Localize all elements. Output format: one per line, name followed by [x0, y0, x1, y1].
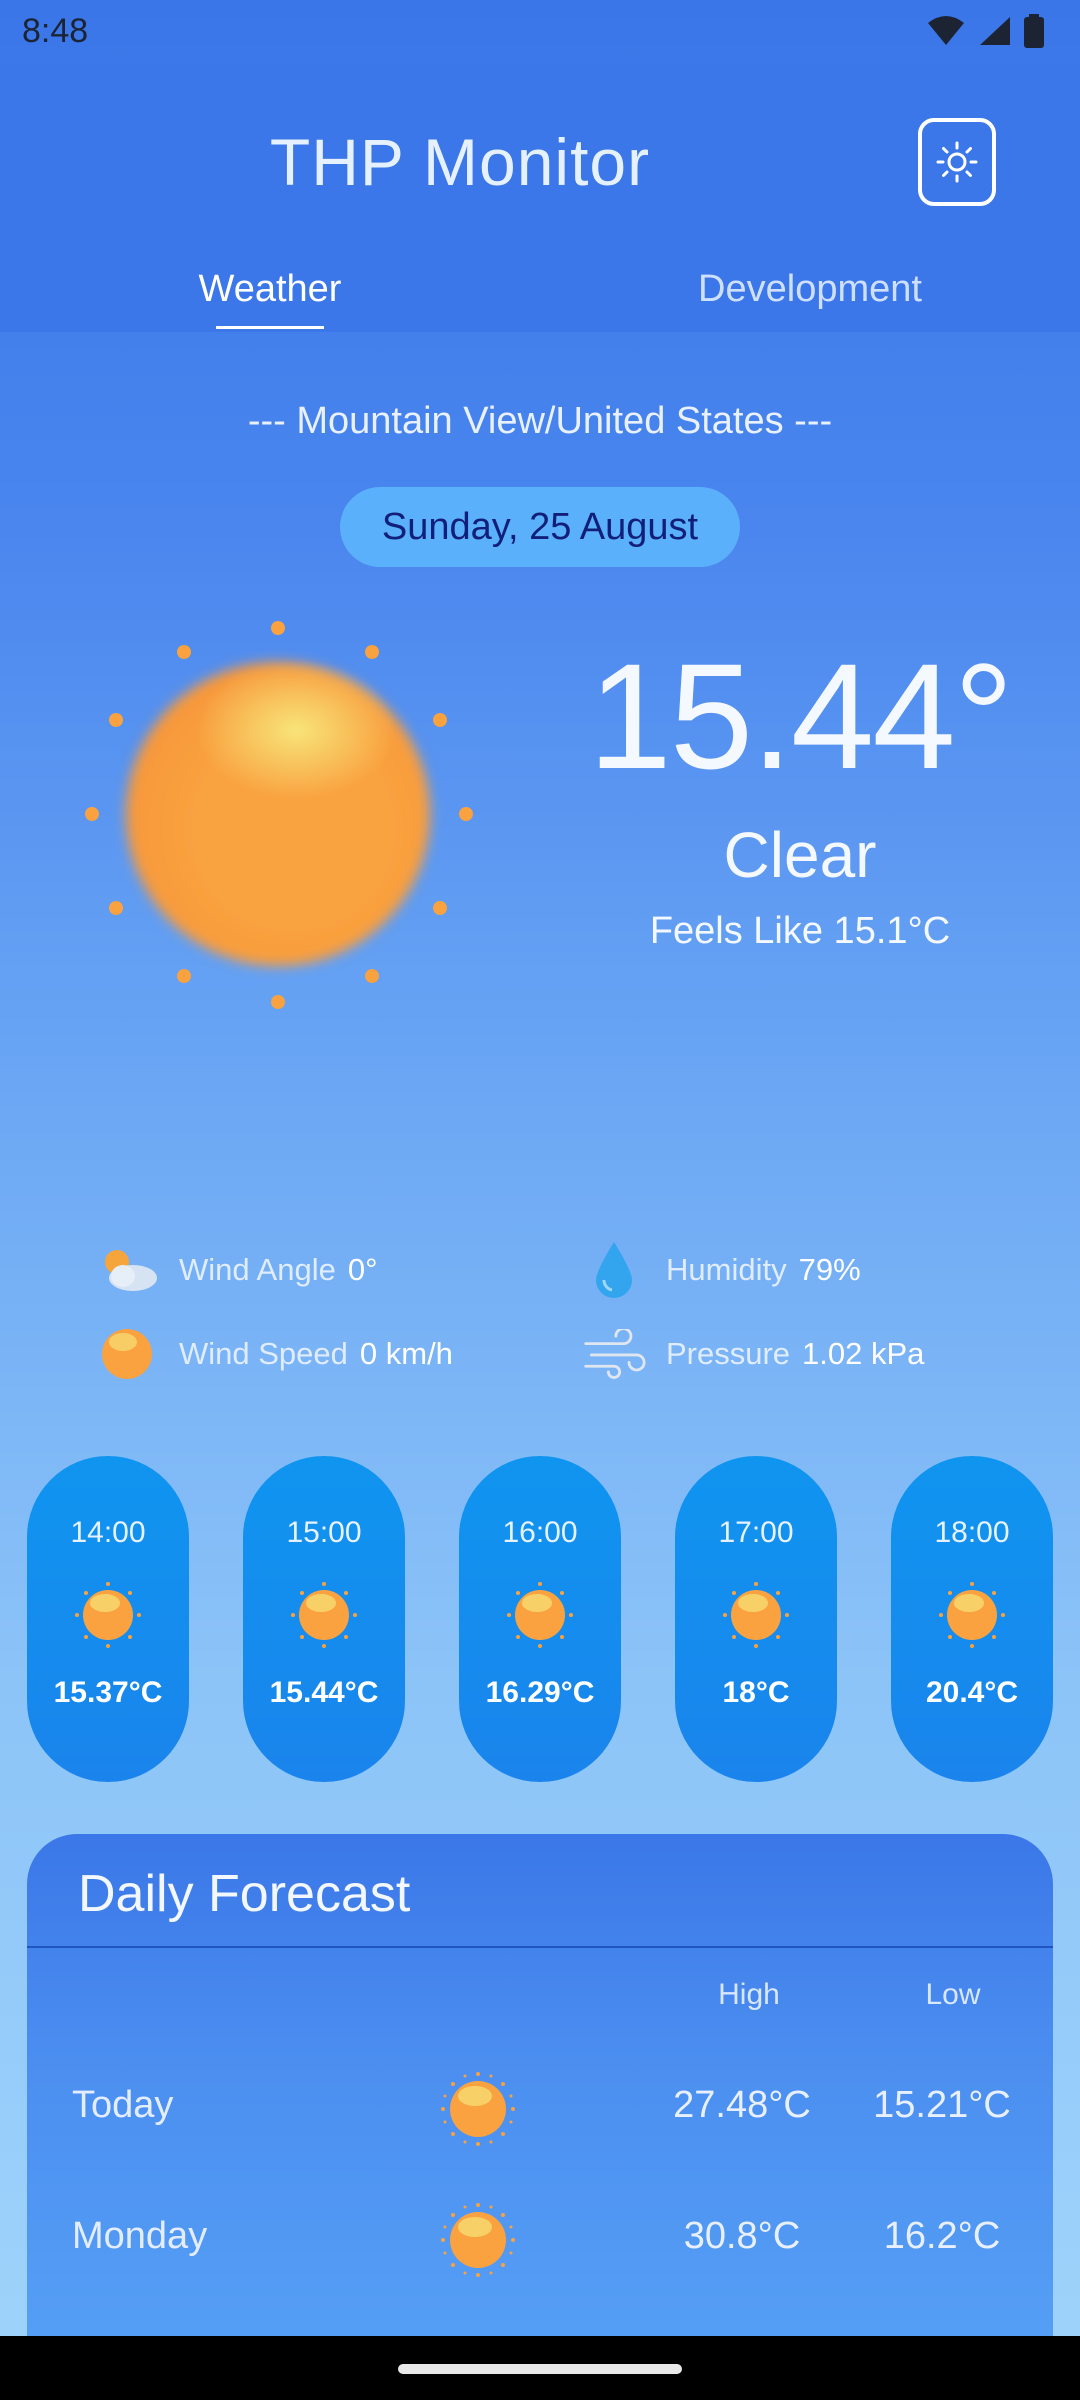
sun-icon: [75, 1582, 141, 1648]
sun-icon: [507, 1582, 573, 1648]
status-time: 8:48: [22, 12, 89, 50]
hourly-card[interactable]: 14:00 15.37°C: [27, 1456, 189, 1782]
tab-indicator: [216, 326, 324, 329]
sun-icon: [441, 2203, 515, 2277]
water-drop-icon: [582, 1240, 646, 1300]
divider: [27, 1946, 1053, 1948]
date-badge: Sunday, 25 August: [340, 487, 740, 567]
column-header-high: High: [718, 1978, 780, 2011]
brightness-icon: [936, 141, 978, 183]
day-low: 16.2°C: [883, 2215, 1001, 2257]
day-name: Today: [72, 2084, 174, 2126]
tab-bar: Weather Development: [0, 264, 1080, 332]
status-bar: 8:48: [0, 0, 1080, 64]
sun-icon: [441, 2072, 515, 2146]
sun-orb-icon: [95, 1324, 159, 1384]
detail-value: 79%: [798, 1252, 861, 1287]
hourly-card[interactable]: 16:00 16.29°C: [459, 1456, 621, 1782]
wifi-icon: [928, 16, 964, 45]
wind-icon: [582, 1324, 646, 1384]
daily-forecast-card: Daily Forecast High Low Today 27.48°C 15…: [27, 1834, 1053, 2400]
detail-pressure: Pressure 1.02 kPa: [582, 1324, 924, 1384]
sun-icon: [939, 1582, 1005, 1648]
tab-development[interactable]: Development: [640, 268, 980, 311]
cloud-sun-icon: [95, 1240, 159, 1300]
sun-icon: [70, 610, 490, 1020]
detail-value: 1.02 kPa: [802, 1336, 925, 1371]
detail-wind-speed: Wind Speed 0 km/h: [95, 1324, 453, 1384]
hour-time: 18:00: [934, 1516, 1010, 1549]
sun-icon: [291, 1582, 357, 1648]
daily-row[interactable]: Monday 30.8°C 16.2°C: [27, 2195, 1053, 2285]
detail-wind-angle: Wind Angle 0°: [95, 1240, 377, 1300]
hour-time: 15:00: [286, 1516, 362, 1549]
signal-icon: [980, 17, 1010, 45]
weather-condition: Clear: [723, 819, 877, 891]
theme-toggle-button[interactable]: [918, 118, 996, 206]
detail-value: 0°: [347, 1252, 378, 1287]
home-gesture-handle[interactable]: [398, 2364, 682, 2374]
sun-icon: [723, 1582, 789, 1648]
daily-row[interactable]: Today 27.48°C 15.21°C: [27, 2064, 1053, 2154]
detail-label: Wind Angle: [179, 1252, 336, 1287]
hour-time: 16:00: [502, 1516, 578, 1549]
day-name: Monday: [72, 2215, 208, 2257]
location-label: --- Mountain View/United States ---: [247, 400, 833, 442]
app-title: THP Monitor: [269, 125, 651, 199]
detail-label: Humidity: [666, 1252, 787, 1287]
detail-value: 0 km/h: [359, 1336, 453, 1371]
hourly-card[interactable]: 17:00 18°C: [675, 1456, 837, 1782]
feels-like: Feels Like 15.1°C: [649, 910, 951, 952]
hour-temperature: 16.29°C: [485, 1676, 595, 1709]
system-navigation-bar: [0, 2336, 1080, 2400]
day-low: 15.21°C: [873, 2084, 1011, 2126]
hour-time: 14:00: [70, 1516, 146, 1549]
detail-humidity: Humidity 79%: [582, 1240, 861, 1300]
app-bar: THP Monitor Weather Development: [0, 64, 1080, 332]
hour-temperature: 15.37°C: [53, 1676, 163, 1709]
status-icons: [926, 14, 1044, 48]
hour-temperature: 15.44°C: [269, 1676, 379, 1709]
hourly-card[interactable]: 15:00 15.44°C: [243, 1456, 405, 1782]
detail-label: Pressure: [666, 1336, 791, 1371]
detail-label: Wind Speed: [179, 1336, 348, 1371]
battery-icon: [1024, 14, 1044, 48]
column-header-low: Low: [925, 1978, 981, 2011]
hourly-card[interactable]: 18:00 20.4°C: [891, 1456, 1053, 1782]
hour-temperature: 20.4°C: [925, 1676, 1019, 1709]
tab-weather[interactable]: Weather: [160, 268, 380, 311]
daily-forecast-title: Daily Forecast: [78, 1865, 411, 1923]
hourly-forecast: 14:00 15.37°C 15:00 15.44°C 16:00 16.29°…: [0, 1456, 1080, 1784]
current-temperature: 15.44°: [588, 632, 1013, 800]
hour-temperature: 18°C: [722, 1676, 790, 1709]
hour-time: 17:00: [718, 1516, 794, 1549]
